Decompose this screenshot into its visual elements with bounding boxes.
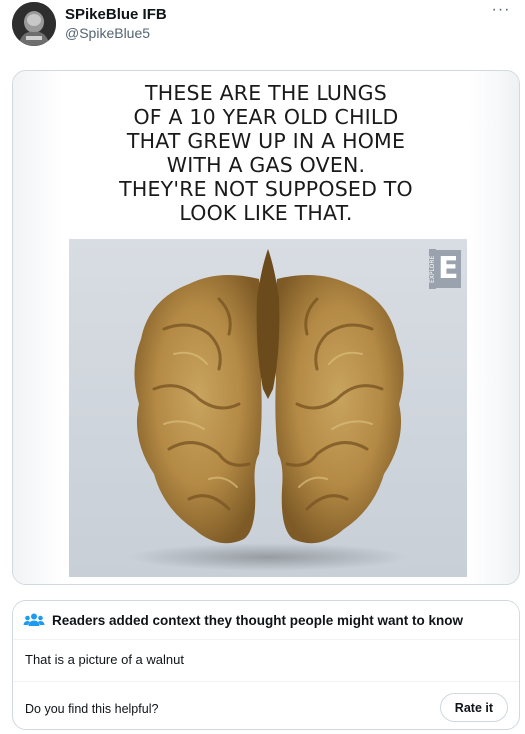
- divider: [13, 681, 519, 682]
- rate-it-button[interactable]: Rate it: [439, 693, 508, 722]
- watermark-side-text: EXPLORE: [429, 249, 436, 289]
- watermark-letter: E: [436, 250, 461, 288]
- community-note-text: That is a picture of a walnut: [25, 652, 184, 667]
- caption-line: THEY'RE NOT SUPPOSED TO: [119, 177, 413, 201]
- display-name[interactable]: SPikeBlue IFB: [65, 6, 167, 23]
- image-caption: THESE ARE THE LUNGS OF A 10 YEAR OLD CHI…: [33, 81, 499, 225]
- caption-line: OF A 10 YEAR OLD CHILD: [133, 105, 399, 129]
- tweet-header: SPikeBlue IFB @SpikeBlue5 ···: [12, 2, 513, 52]
- walnut-photo: EXPLORE E: [69, 239, 467, 577]
- caption-line: LOOK LIKE THAT.: [179, 201, 353, 225]
- avatar-image: [12, 2, 56, 46]
- people-icon: [23, 613, 45, 626]
- tweet: SPikeBlue IFB @SpikeBlue5 ··· THESE ARE …: [0, 0, 525, 734]
- avatar[interactable]: [12, 2, 56, 46]
- user-handle[interactable]: @SpikeBlue5: [65, 25, 150, 41]
- watermark: EXPLORE E: [429, 249, 461, 289]
- tweet-media[interactable]: THESE ARE THE LUNGS OF A 10 YEAR OLD CHI…: [12, 70, 520, 585]
- walnut-image: [128, 249, 408, 571]
- caption-line: THAT GREW UP IN A HOME: [126, 129, 406, 153]
- community-note-header[interactable]: Readers added context they thought peopl…: [13, 601, 519, 640]
- caption-line: WITH A GAS OVEN.: [166, 153, 366, 177]
- more-options-button[interactable]: ···: [489, 0, 513, 20]
- more-icon: ···: [491, 1, 511, 18]
- community-note-title: Readers added context they thought peopl…: [52, 612, 464, 628]
- caption-line: THESE ARE THE LUNGS: [145, 81, 387, 105]
- community-note: Readers added context they thought peopl…: [12, 600, 520, 730]
- helpful-question: Do you find this helpful?: [25, 702, 159, 716]
